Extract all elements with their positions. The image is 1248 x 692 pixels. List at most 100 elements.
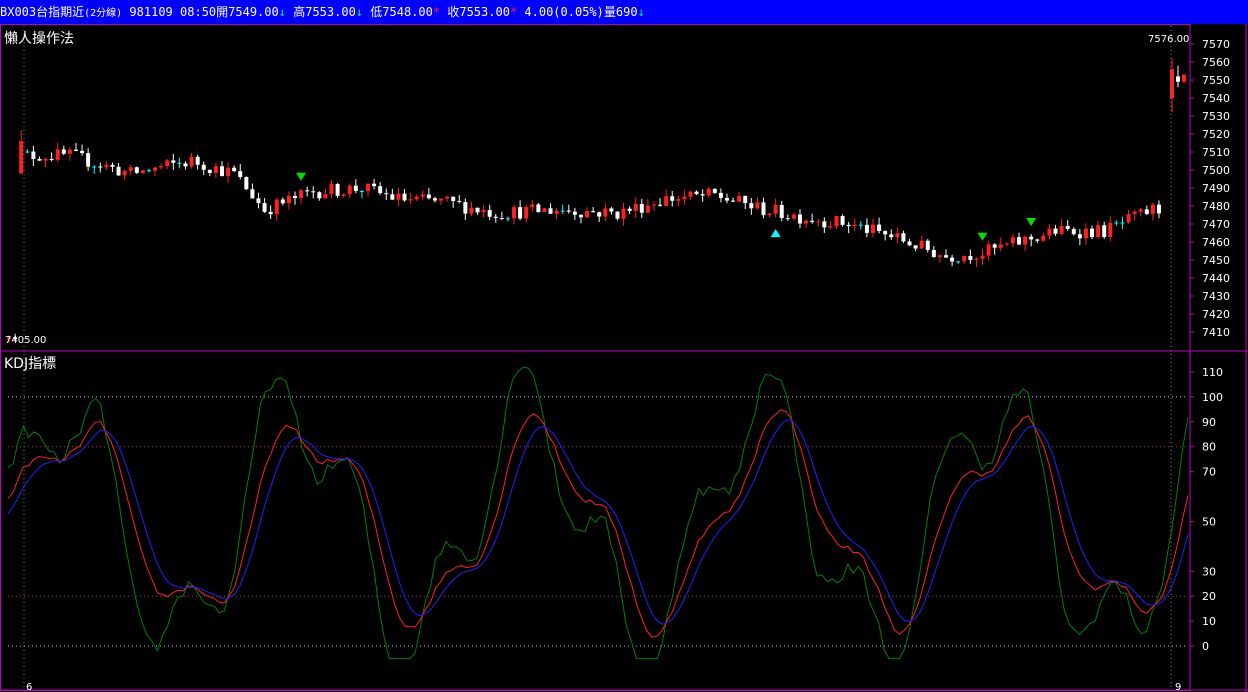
kdj-panel-title: KDJ指標 [4,356,56,372]
candle-body [919,240,924,249]
candle-body [31,151,36,159]
candle-body [530,204,535,208]
candle-body [895,233,900,238]
candle-body [712,188,717,193]
candle-body [1047,228,1052,236]
candle-body [1170,69,1174,98]
candle-body [1096,225,1101,238]
change-pct: (0.05%) [553,5,604,19]
candle-body [1077,234,1082,239]
candle-body [219,166,224,177]
price-max-label: 7576.00 [1148,34,1189,45]
candle-body [834,216,839,227]
candle-body [347,185,352,195]
candle-body [274,199,279,215]
candle-body [877,224,882,231]
candle-body [724,197,729,201]
candle-body [414,196,419,200]
kdj-tick-label: 50 [1202,515,1216,528]
candle-body [1182,74,1186,82]
candle-body [104,164,109,168]
candle-body [402,193,407,201]
candle-body [299,190,304,199]
candle-body [353,185,358,191]
candle-body [359,190,364,192]
candle-body [639,204,644,213]
candle-body [822,221,827,228]
candle-body [25,151,30,153]
candle-body [974,258,979,260]
candle-body [962,255,967,262]
candle-body [755,202,760,209]
candle-body [262,203,267,212]
candle-body [1035,239,1040,241]
candle-body [548,208,553,214]
candle-body [286,196,291,204]
price-tick-label: 7540 [1202,92,1230,105]
candle-body [165,160,170,167]
price-tick-label: 7470 [1202,218,1230,231]
candle-body [201,164,206,170]
kdj-tick-label: 110 [1202,366,1223,379]
candle-body [603,208,608,217]
candle-body [390,194,395,200]
candle-body [451,196,456,201]
candle-body [901,233,906,242]
candle-body [37,158,42,161]
candle-body [791,214,796,219]
kdj-tick-label: 100 [1202,391,1223,404]
candle-body [171,160,176,163]
kdj-tick-label: 80 [1202,441,1216,454]
candle-body [1041,235,1046,241]
candle-body [706,188,711,196]
candle-body [986,244,991,256]
candle-body [43,158,48,161]
candle-body [475,207,480,213]
candle-body [1144,209,1149,214]
candle-body [554,210,559,214]
price-tick-label: 7460 [1202,236,1230,249]
time: 08:50 [180,5,217,19]
kdj-tick-label: 90 [1202,416,1216,429]
candle-body [664,196,669,206]
candle-body [366,183,371,192]
kdj-tick-label: 10 [1202,615,1216,628]
candle-body [907,241,912,246]
volume-label: 量 [603,5,616,19]
candle-body [499,217,504,219]
candle-body [280,199,285,204]
candle-body [110,164,115,167]
x-day-label-2: 9 [1175,682,1181,692]
sell-signal-icon [1026,217,1037,226]
kdj-k-line [7,409,1189,638]
candle-body [505,218,510,220]
symbol: BX003台指期近 [0,5,85,19]
candle-body [232,167,237,172]
chart-area[interactable]: 7570 7560 7550 7540 7530 7520 7510 7500 7490 7480… [0,24,1248,692]
open-label: 開 [216,5,229,19]
candle-body [992,244,997,248]
candle-body [542,208,547,213]
candle-body [323,194,328,199]
candle-body [329,183,334,195]
candle-body [1029,236,1034,240]
candle-body [128,167,133,171]
candle-body [1083,228,1088,239]
price-tick-label: 7520 [1202,128,1230,141]
close-arrow: * [509,5,518,19]
low-arrow: * [432,5,441,19]
x-day-label-1: 6 [26,682,32,692]
candle-body [779,204,784,219]
close-label: 收 [447,5,460,19]
candle-body [140,170,145,173]
candle-body [445,196,450,199]
candle-body [682,196,687,200]
candle-body [566,210,571,212]
candle-body [116,166,121,176]
candle-body [213,166,218,173]
candle-body [335,183,340,196]
candle-body [797,214,802,224]
price-tick-label: 7430 [1202,290,1230,303]
candle-body [19,141,24,174]
candle-body [317,192,322,199]
